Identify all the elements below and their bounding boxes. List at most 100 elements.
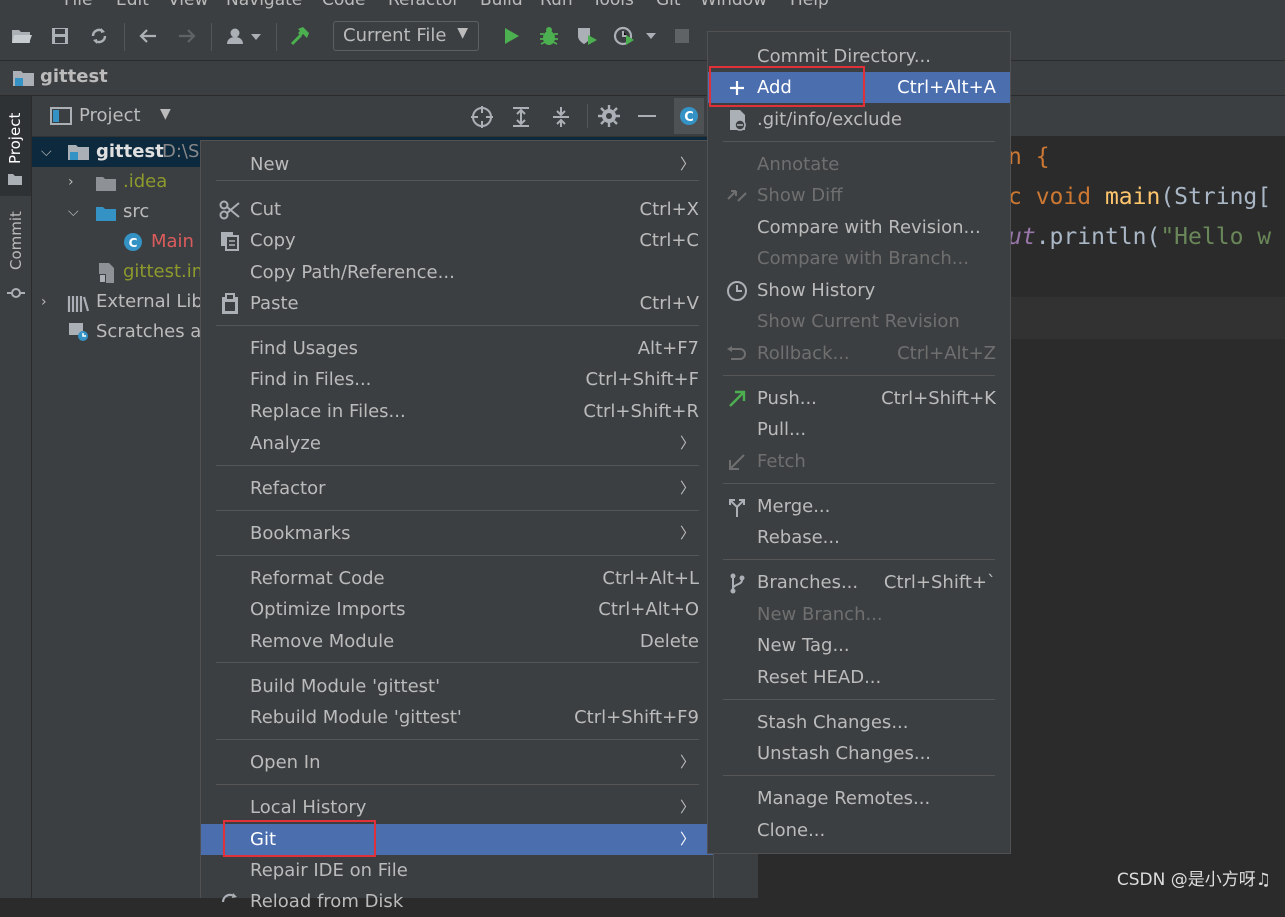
context-menu-item-reformat-code[interactable]: Reformat Code Ctrl+Alt+L bbox=[201, 563, 713, 594]
context-menu-item-copy-path-reference[interactable]: Copy Path/Reference... bbox=[201, 257, 713, 288]
chevron-down-icon[interactable]: ▼ bbox=[160, 106, 171, 122]
context-menu-item-rebuild-module-gittest[interactable]: Rebuild Module 'gittest' Ctrl+Shift+F9 bbox=[201, 702, 713, 733]
menu-refactor[interactable]: Refactor bbox=[388, 0, 459, 10]
context-menu-item-shortcut: Ctrl+C bbox=[639, 230, 699, 251]
back-arrow-icon[interactable] bbox=[135, 23, 161, 49]
menu-view[interactable]: View bbox=[168, 0, 208, 10]
context-menu-item-label: Optimize Imports bbox=[250, 599, 406, 620]
git-menu-item-label: Pull... bbox=[757, 419, 807, 440]
context-menu-item-label: Replace in Files... bbox=[250, 401, 406, 422]
menu-window[interactable]: Window bbox=[700, 0, 767, 10]
project-tool-tab[interactable]: Project bbox=[0, 96, 31, 196]
run-icon[interactable] bbox=[498, 23, 524, 49]
context-menu-item-refactor[interactable]: Refactor 〉 bbox=[201, 473, 713, 504]
context-menu-item-analyze[interactable]: Analyze 〉 bbox=[201, 428, 713, 459]
context-menu-item-copy[interactable]: Copy Ctrl+C bbox=[201, 225, 713, 256]
chevron-right-icon: 〉 bbox=[679, 155, 695, 173]
menu-run[interactable]: Run bbox=[540, 0, 573, 10]
open-folder-icon[interactable] bbox=[9, 23, 35, 49]
chevron-right-icon[interactable]: › bbox=[68, 167, 74, 197]
menu-navigate[interactable]: Navigate bbox=[226, 0, 302, 10]
merge-icon bbox=[725, 491, 749, 522]
git-menu-item-push[interactable]: Push... Ctrl+Shift+K bbox=[708, 383, 1010, 414]
context-menu-item-optimize-imports[interactable]: Optimize Imports Ctrl+Alt+O bbox=[201, 594, 713, 625]
git-menu-item-stash-changes[interactable]: Stash Changes... bbox=[708, 707, 1010, 738]
tree-main-label: Main bbox=[151, 231, 194, 252]
context-menu-item-build-module-gittest[interactable]: Build Module 'gittest' bbox=[201, 671, 713, 702]
project-panel-title[interactable]: Project bbox=[79, 105, 141, 126]
build-hammer-icon[interactable] bbox=[287, 23, 313, 49]
menu-git[interactable]: Git bbox=[656, 0, 681, 10]
menu-tools[interactable]: Tools bbox=[592, 0, 634, 10]
git-menu-item-manage-remotes[interactable]: Manage Remotes... bbox=[708, 783, 1010, 814]
git-menu-item-show-diff: Show Diff bbox=[708, 180, 1010, 211]
context-menu-item-shortcut: Delete bbox=[639, 631, 699, 652]
menu-edit[interactable]: Edit bbox=[116, 0, 149, 10]
context-menu-item-repair-ide-on-file[interactable]: Repair IDE on File bbox=[201, 855, 713, 886]
context-menu-item-reload-from-disk[interactable]: Reload from Disk bbox=[201, 886, 713, 917]
menu-code[interactable]: Code bbox=[322, 0, 366, 10]
git-menu-item-label: Show Diff bbox=[757, 185, 843, 206]
breadcrumb-project[interactable]: gittest bbox=[40, 66, 108, 87]
forward-arrow-icon[interactable] bbox=[174, 23, 200, 49]
fetch-arrow-icon bbox=[725, 446, 749, 477]
clock-history-icon bbox=[725, 275, 749, 306]
stop-icon[interactable] bbox=[669, 23, 695, 49]
gear-icon[interactable] bbox=[598, 105, 620, 132]
coverage-icon[interactable] bbox=[574, 23, 600, 49]
scratches-icon bbox=[67, 321, 91, 353]
git-menu-item-reset-head[interactable]: Reset HEAD... bbox=[708, 662, 1010, 693]
sync-icon[interactable] bbox=[86, 23, 112, 49]
context-menu-item-find-in-files[interactable]: Find in Files... Ctrl+Shift+F bbox=[201, 364, 713, 395]
commit-tool-tab[interactable]: Commit bbox=[0, 206, 31, 306]
context-menu-item-new[interactable]: New 〉 bbox=[201, 149, 713, 180]
git-menu-item-annotate: Annotate bbox=[708, 149, 1010, 180]
locate-crosshair-icon[interactable] bbox=[470, 105, 494, 134]
git-menu-item-branches[interactable]: Branches... Ctrl+Shift+` bbox=[708, 567, 1010, 598]
context-menu-item-paste[interactable]: Paste Ctrl+V bbox=[201, 288, 713, 319]
context-menu-item-open-in[interactable]: Open In 〉 bbox=[201, 747, 713, 778]
save-icon[interactable] bbox=[47, 23, 73, 49]
menu-separator bbox=[216, 325, 699, 326]
chevron-down-icon[interactable]: ⌵ bbox=[41, 137, 52, 167]
context-menu-item-bookmarks[interactable]: Bookmarks 〉 bbox=[201, 518, 713, 549]
vcs-user-icon[interactable] bbox=[224, 23, 264, 49]
folder-icon bbox=[7, 170, 23, 191]
git-menu-item-pull[interactable]: Pull... bbox=[708, 414, 1010, 445]
context-menu-item-local-history[interactable]: Local History 〉 bbox=[201, 792, 713, 823]
git-menu-item-show-history[interactable]: Show History bbox=[708, 275, 1010, 306]
git-exclude-file-icon bbox=[725, 104, 749, 135]
git-menu-item-rebase[interactable]: Rebase... bbox=[708, 522, 1010, 553]
editor-tab-main-icon[interactable]: C bbox=[674, 98, 704, 134]
profiler-icon[interactable] bbox=[611, 23, 659, 49]
menu-file[interactable]: File bbox=[64, 0, 92, 10]
git-menu-item-clone[interactable]: Clone... bbox=[708, 815, 1010, 846]
run-configuration-select[interactable]: Current File ▼ bbox=[333, 21, 479, 51]
git-menu-item-merge[interactable]: Merge... bbox=[708, 491, 1010, 522]
chevron-right-icon[interactable]: › bbox=[41, 287, 47, 317]
git-menu-item-compare-with-revision[interactable]: Compare with Revision... bbox=[708, 212, 1010, 243]
tree-src-label: src bbox=[123, 201, 150, 222]
context-menu-item-cut[interactable]: Cut Ctrl+X bbox=[201, 194, 713, 225]
menu-help[interactable]: Help bbox=[790, 0, 829, 10]
context-menu-item-replace-in-files[interactable]: Replace in Files... Ctrl+Shift+R bbox=[201, 396, 713, 427]
git-menu-item-label: Merge... bbox=[757, 496, 831, 517]
git-menu-item-rollback: Rollback... Ctrl+Alt+Z bbox=[708, 338, 1010, 369]
git-menu-item-git-info-exclude[interactable]: .git/info/exclude bbox=[708, 104, 1010, 135]
minimize-icon[interactable] bbox=[638, 115, 656, 117]
git-menu-item-label: Branches... bbox=[757, 572, 859, 593]
left-tool-window-strip: Project Commit bbox=[0, 96, 32, 898]
context-menu-item-label: Rebuild Module 'gittest' bbox=[250, 707, 462, 728]
expand-all-icon[interactable] bbox=[510, 105, 532, 134]
git-menu-item-new-tag[interactable]: New Tag... bbox=[708, 630, 1010, 661]
context-menu-item-find-usages[interactable]: Find Usages Alt+F7 bbox=[201, 333, 713, 364]
debug-bug-icon[interactable] bbox=[536, 23, 562, 49]
collapse-all-icon[interactable] bbox=[550, 105, 572, 134]
menu-build[interactable]: Build bbox=[480, 0, 523, 10]
context-menu-item-remove-module[interactable]: Remove Module Delete bbox=[201, 626, 713, 657]
source-folder-icon bbox=[95, 203, 117, 233]
chevron-down-icon[interactable]: ⌵ bbox=[68, 197, 79, 227]
git-menu-item-unstash-changes[interactable]: Unstash Changes... bbox=[708, 738, 1010, 769]
context-menu-item-label: Copy Path/Reference... bbox=[250, 262, 455, 283]
context-menu-item-shortcut: Ctrl+X bbox=[639, 199, 699, 220]
